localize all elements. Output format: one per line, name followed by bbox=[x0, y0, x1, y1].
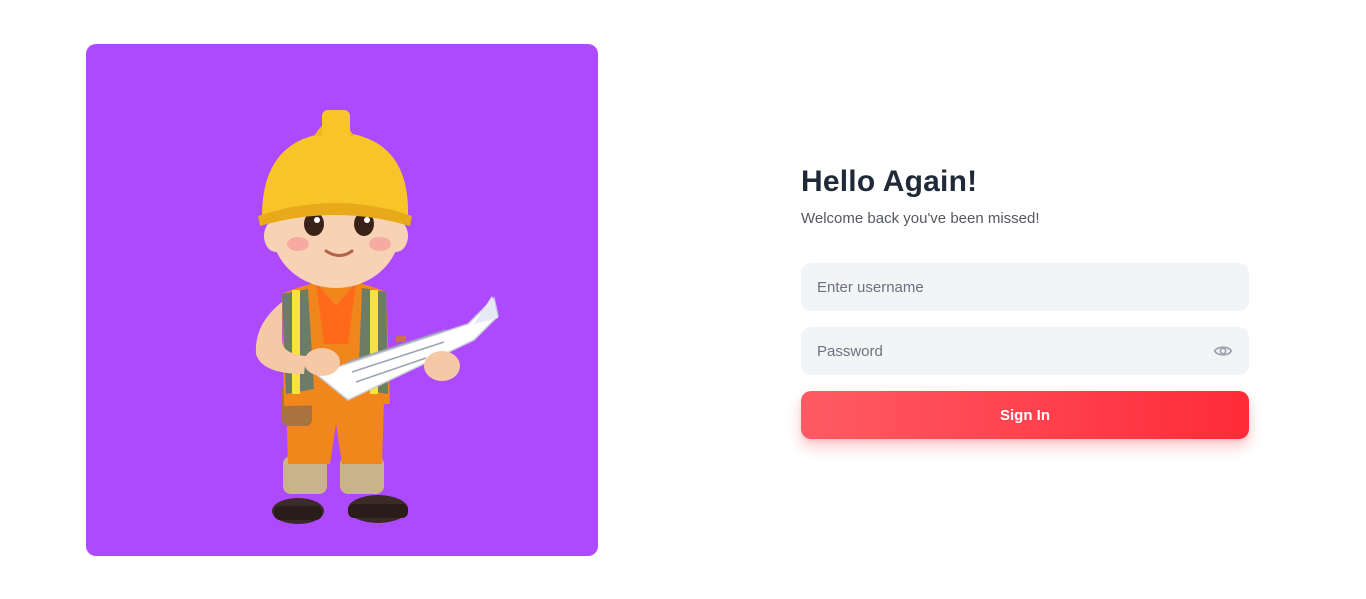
username-field bbox=[801, 263, 1249, 311]
construction-worker-illustration bbox=[255, 110, 499, 524]
login-page: Hello Again! Welcome back you've been mi… bbox=[0, 0, 1366, 599]
page-title: Hello Again! bbox=[801, 165, 978, 198]
hero-panel bbox=[86, 44, 598, 556]
username-input[interactable] bbox=[801, 263, 1249, 311]
page-subtitle: Welcome back you've been missed! bbox=[801, 210, 1040, 227]
eye-icon[interactable] bbox=[1213, 341, 1233, 361]
password-field bbox=[801, 327, 1249, 375]
password-input[interactable] bbox=[801, 327, 1249, 375]
login-form: Hello Again! Welcome back you've been mi… bbox=[801, 160, 1249, 439]
sign-in-button[interactable]: Sign In bbox=[801, 391, 1249, 439]
